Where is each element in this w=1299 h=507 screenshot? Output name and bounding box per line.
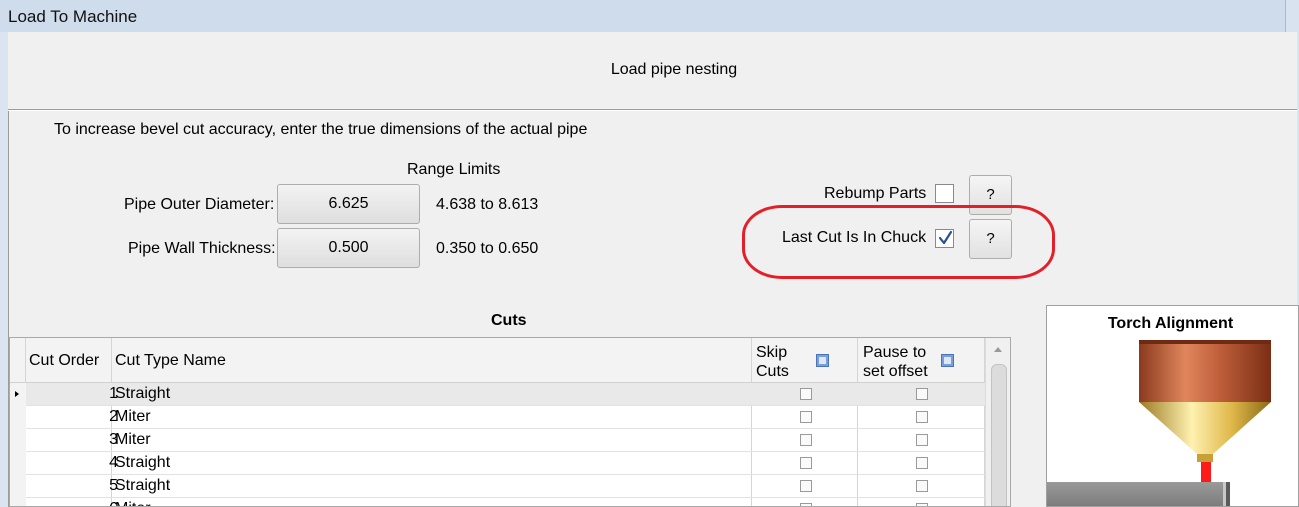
outer-diameter-label: Pipe Outer Diameter:: [124, 196, 275, 213]
column-skip-line2[interactable]: Cuts: [756, 362, 789, 381]
wall-thickness-label: Pipe Wall Thickness:: [128, 240, 276, 257]
skip-checkbox[interactable]: [800, 480, 812, 492]
rebump-parts-label: Rebump Parts: [824, 185, 927, 202]
cut-type-cell: Miter: [115, 408, 151, 425]
cuts-grid[interactable]: Cut Order Cut Type Name Skip Cuts Pause …: [9, 337, 1011, 507]
pause-select-all-icon[interactable]: [941, 354, 954, 367]
window-title: Load To Machine: [8, 7, 138, 26]
skip-checkbox[interactable]: [800, 411, 812, 423]
pause-checkbox[interactable]: [916, 388, 928, 400]
cut-order-cell: 5: [109, 477, 118, 494]
skip-checkbox[interactable]: [800, 434, 812, 446]
cut-order-cell: 2: [109, 408, 118, 425]
wall-thickness-input[interactable]: 0.500: [277, 228, 420, 268]
cut-order-cell: 6: [26, 500, 118, 506]
grid-scrollbar[interactable]: [985, 338, 1010, 506]
cut-order-cell: 4: [109, 454, 118, 471]
instructions-text: To increase bevel cut accuracy, enter th…: [54, 121, 588, 138]
outer-diameter-input[interactable]: 6.625: [277, 184, 420, 224]
cut-type-cell: Straight: [115, 454, 171, 471]
cut-type-cell: Miter: [115, 500, 151, 506]
wall-thickness-range: 0.350 to 0.650: [436, 240, 539, 257]
pause-checkbox[interactable]: [916, 480, 928, 492]
range-limits-heading: Range Limits: [407, 161, 501, 178]
torch-nozzle-icon: [1047, 340, 1271, 506]
title-bar-edge: [1285, 0, 1299, 32]
rebump-parts-checkbox[interactable]: [935, 184, 954, 203]
table-row[interactable]: 1 Straight: [10, 383, 985, 406]
skip-select-all-icon[interactable]: [816, 354, 829, 367]
scroll-thumb[interactable]: [991, 364, 1007, 506]
pause-checkbox[interactable]: [916, 411, 928, 423]
column-skip-line1[interactable]: Skip: [756, 343, 787, 362]
cut-order-cell: 1: [109, 385, 118, 402]
cut-type-cell: Straight: [115, 385, 171, 402]
table-row[interactable]: 2 Miter: [10, 406, 985, 429]
pause-checkbox[interactable]: [916, 503, 928, 506]
skip-checkbox[interactable]: [800, 388, 812, 400]
skip-checkbox[interactable]: [800, 503, 812, 506]
cut-order-cell: 3: [109, 431, 118, 448]
header-panel: Load pipe nesting: [8, 32, 1297, 110]
row-pointer-icon: [15, 391, 19, 397]
torch-alignment-panel: Torch Alignment: [1046, 305, 1299, 507]
title-bar: Load To Machine: [0, 0, 1299, 32]
skip-checkbox[interactable]: [800, 457, 812, 469]
header-text: Load pipe nesting: [610, 61, 738, 78]
cut-type-cell: Straight: [115, 477, 171, 494]
highlight-annotation: [742, 205, 1055, 279]
cut-type-cell: Miter: [115, 431, 151, 448]
table-row[interactable]: 3 Miter: [10, 429, 985, 452]
table-row[interactable]: 4 Straight: [10, 452, 985, 475]
pause-checkbox[interactable]: [916, 434, 928, 446]
column-pause-line2[interactable]: set offset: [863, 362, 928, 381]
cuts-title: Cuts: [491, 312, 527, 329]
scroll-up-icon[interactable]: [994, 347, 1002, 352]
table-row[interactable]: 5 Straight: [10, 475, 985, 498]
outer-diameter-range: 4.638 to 8.613: [436, 196, 539, 213]
column-cut-order[interactable]: Cut Order: [29, 351, 99, 370]
table-row[interactable]: 6 Miter: [10, 498, 985, 506]
column-pause-line1[interactable]: Pause to: [863, 343, 926, 362]
window-frame-left: [0, 32, 8, 507]
pause-checkbox[interactable]: [916, 457, 928, 469]
column-cut-type[interactable]: Cut Type Name: [115, 351, 226, 370]
